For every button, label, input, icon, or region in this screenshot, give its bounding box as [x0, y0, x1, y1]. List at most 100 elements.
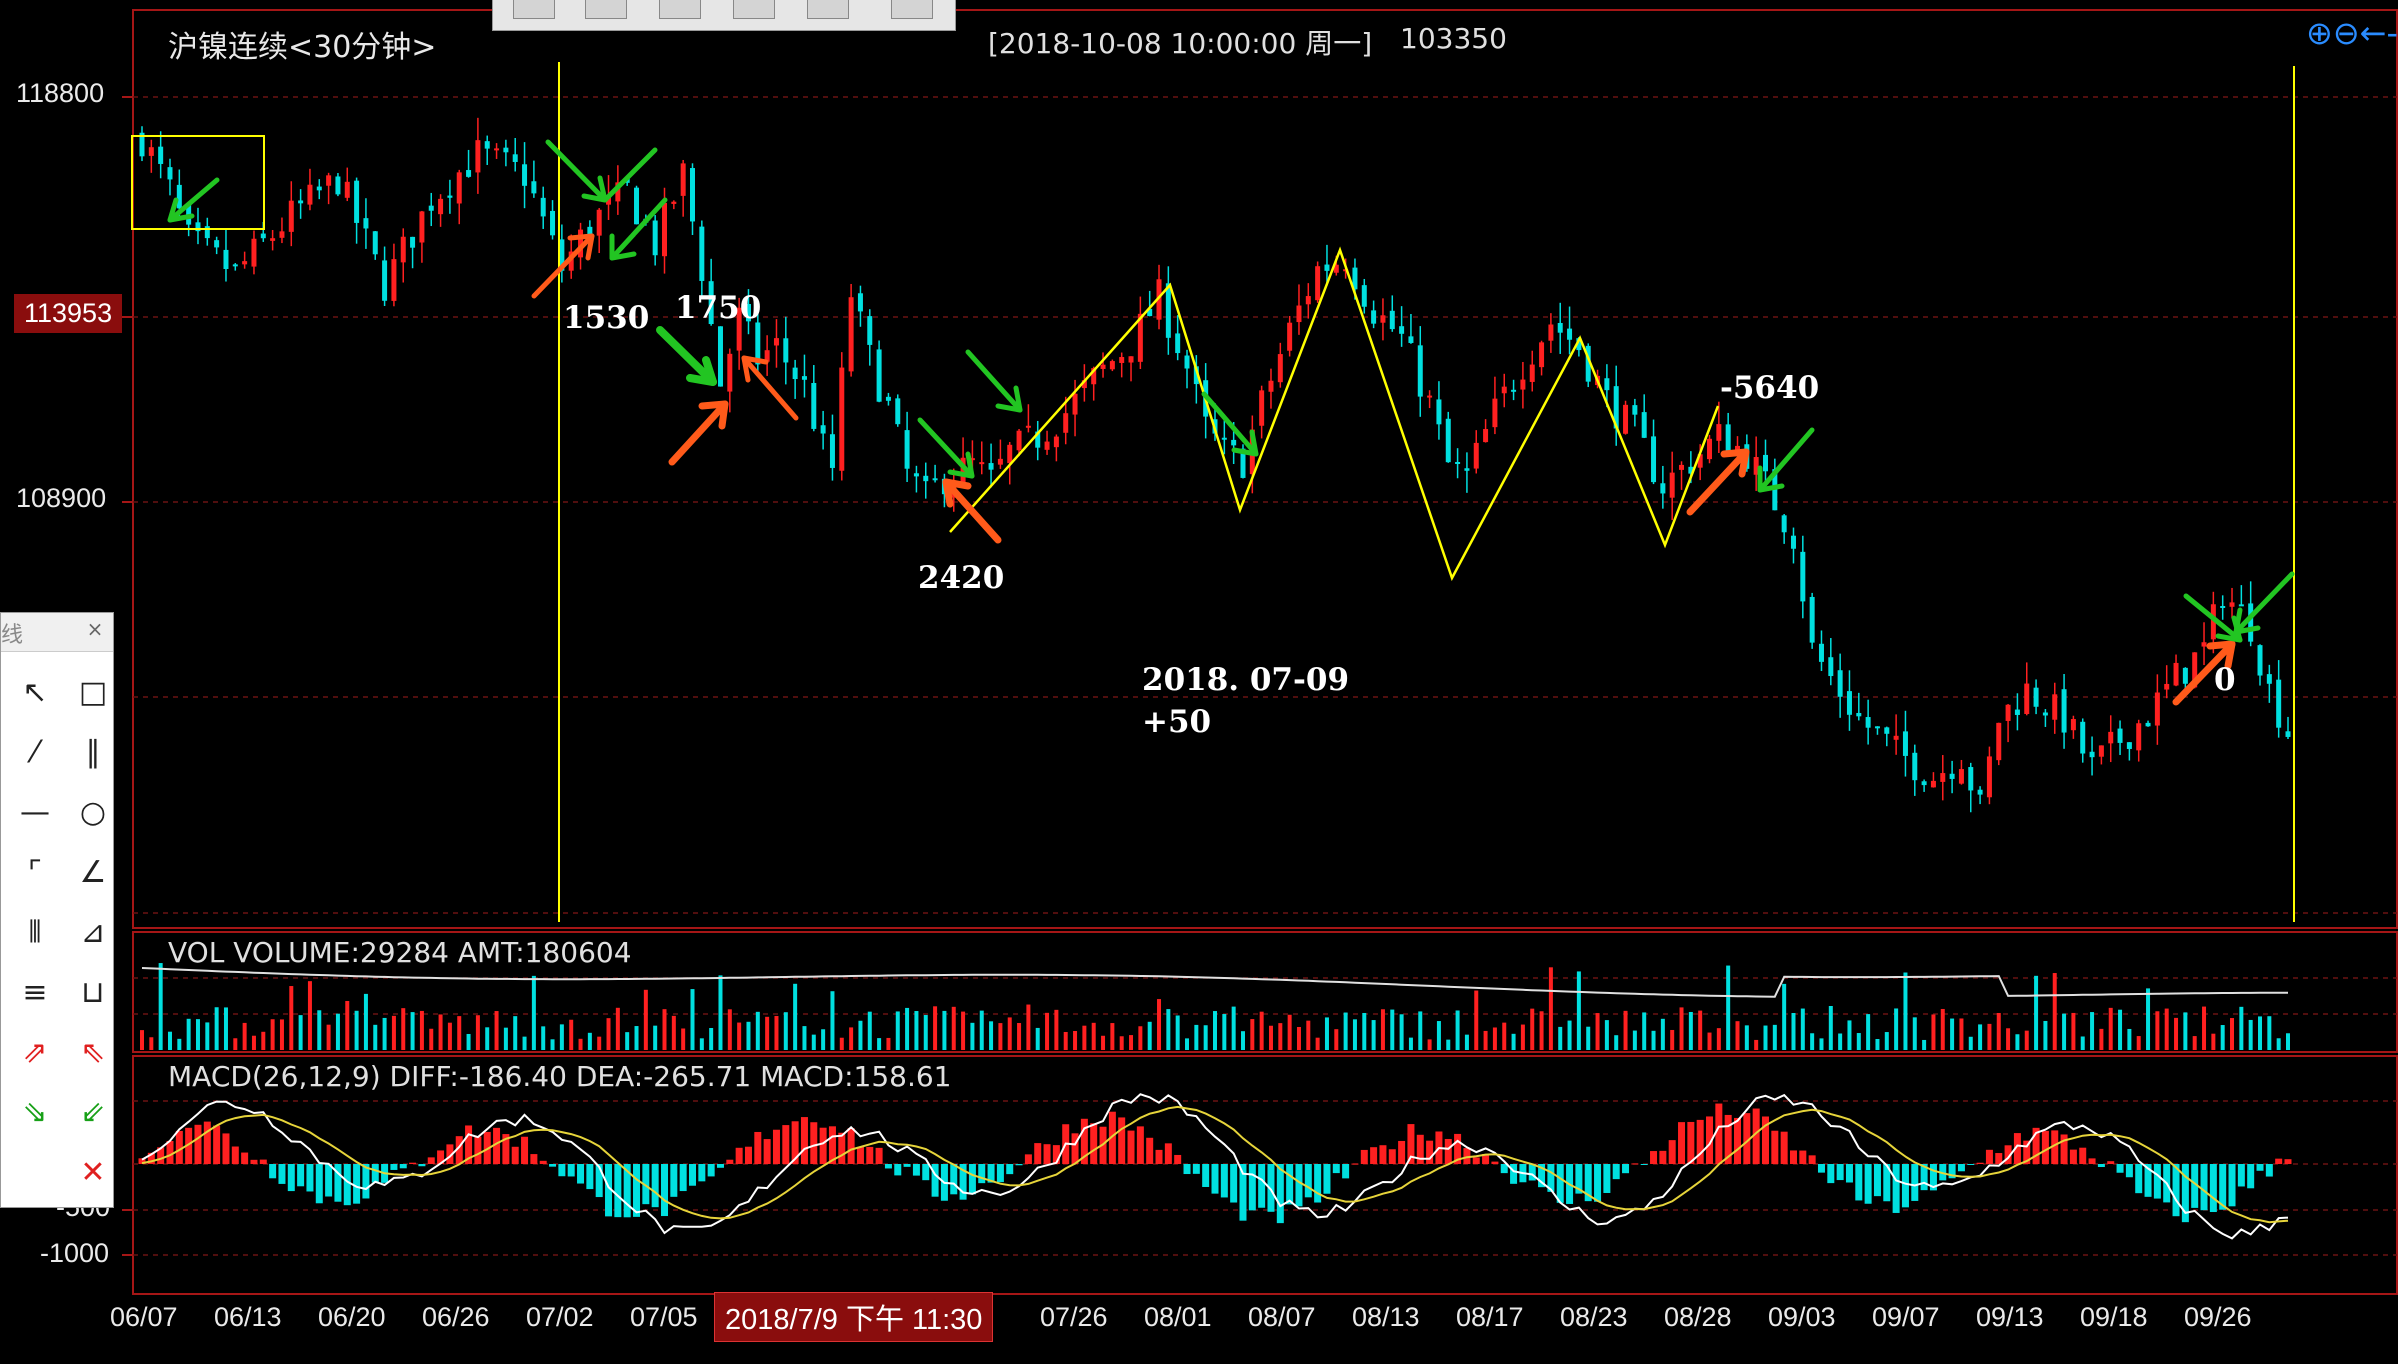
zoom-out-icon[interactable]: ⊖	[2333, 14, 2360, 52]
annotation-1750: 1750	[675, 290, 762, 326]
volume-bar	[2230, 1018, 2235, 1050]
parallel-lines-icon[interactable]: ∥	[73, 733, 113, 773]
toolbar-button-1[interactable]	[513, 0, 555, 19]
candle-body	[1641, 412, 1647, 438]
macd-bar	[1090, 1123, 1098, 1164]
cursor-date-badge: 2018/7/9 下午 11:30	[714, 1292, 994, 1342]
volume-bar	[1623, 1010, 1628, 1050]
volume-bar	[1810, 1033, 1815, 1050]
macd-bar	[1901, 1164, 1909, 1208]
volume-bar	[1782, 983, 1787, 1050]
chart-title: 沪镍连续<30分钟>	[168, 30, 437, 65]
volume-bar	[802, 1026, 807, 1050]
drawing-toolbar-top[interactable]	[492, 0, 956, 31]
volume-bar	[578, 1038, 583, 1050]
drawing-toolbox[interactable]: 线 × ↖ □ ⁄ ∥ — ○ ⌜ ∠ ⦀ ⊿ ≡ ⊔ ⇗ ⇖ ⇘ ⇙ ✕	[0, 612, 114, 1208]
macd-bar	[1836, 1164, 1844, 1181]
ellipse-icon[interactable]: ○	[73, 793, 113, 833]
scroll-left-icon[interactable]: ←	[2360, 14, 2387, 52]
candle-body	[1483, 429, 1489, 443]
delete-icon[interactable]: ✕	[73, 1153, 113, 1193]
macd-bar	[1911, 1164, 1919, 1201]
zoom-in-icon[interactable]: ⊕	[2306, 14, 2333, 52]
candle-body	[1287, 322, 1293, 351]
scroll-back-icon[interactable]: ‐	[2386, 14, 2398, 52]
volume-bar	[531, 975, 536, 1050]
volume-bar	[970, 1022, 975, 1050]
ruler-icon[interactable]: ⊔	[73, 973, 113, 1013]
up-arrow-red-icon[interactable]: ⇗	[15, 1033, 55, 1073]
fan-lines-icon[interactable]: ≡	[15, 973, 55, 1013]
candle-body	[2089, 751, 2095, 758]
ray-line-icon[interactable]: ⌜	[15, 853, 55, 893]
macd-bar	[2107, 1161, 2115, 1164]
horizontal-line-icon[interactable]: —	[15, 793, 55, 833]
volume-bar	[1157, 999, 1162, 1050]
toolbox-header[interactable]: 线 ×	[1, 613, 113, 652]
volume-bar	[1595, 1013, 1600, 1050]
candle-body	[848, 297, 854, 372]
macd-bar	[306, 1164, 314, 1192]
volume-bar	[830, 991, 835, 1050]
volume-bar	[419, 1010, 424, 1050]
candle-body	[1371, 310, 1377, 324]
candle-body	[1445, 418, 1451, 463]
volume-bar	[2202, 1006, 2207, 1050]
macd-bar	[1444, 1138, 1452, 1164]
macd-bar	[1155, 1149, 1163, 1164]
candle-body	[2052, 694, 2058, 720]
toolbar-button-3[interactable]	[659, 0, 701, 19]
volume-header: VOL VOLUME:29284 AMT:180604	[168, 936, 632, 969]
volume-bar	[1390, 1009, 1395, 1050]
volume-bar	[1296, 1026, 1301, 1050]
volume-bar	[699, 1038, 704, 1050]
rectangle-icon[interactable]: □	[73, 673, 113, 713]
macd-bar	[1211, 1164, 1219, 1194]
toolbar-button-4[interactable]	[733, 0, 775, 19]
macd-bar	[838, 1132, 846, 1164]
volume-bar	[1754, 1039, 1759, 1050]
close-icon[interactable]: ×	[83, 617, 107, 641]
macd-bar	[2209, 1164, 2217, 1213]
volume-bar	[251, 1035, 256, 1050]
toolbar-button-5[interactable]	[807, 0, 849, 19]
arrow-pointer-icon[interactable]: ↖	[15, 673, 55, 713]
macd-bar	[2079, 1147, 2087, 1164]
candle-body	[829, 434, 835, 468]
volume-bar	[597, 1036, 602, 1050]
toolbar-button-2[interactable]	[585, 0, 627, 19]
price-label-high: 118800	[16, 78, 105, 108]
up-left-arrow-red-icon[interactable]: ⇖	[73, 1033, 113, 1073]
volume-bar	[326, 1024, 331, 1050]
macd-bar	[1892, 1164, 1900, 1213]
candle-body	[503, 147, 509, 153]
candle-body	[1361, 285, 1367, 307]
candle-body	[2061, 689, 2067, 733]
volume-bar	[1474, 990, 1479, 1050]
candle-body	[1315, 266, 1321, 301]
vertical-lines-icon[interactable]: ⦀	[15, 913, 55, 953]
candle-body	[1632, 405, 1638, 415]
macd-bar	[409, 1162, 417, 1164]
orange-arrow-3	[741, 355, 799, 421]
candle-body	[2201, 642, 2207, 647]
volume-bar	[503, 1027, 508, 1050]
toolbar-button-6[interactable]	[891, 0, 933, 19]
down-arrow-green-icon[interactable]: ⇘	[15, 1093, 55, 1133]
macd-bar	[875, 1147, 883, 1164]
candle-body	[391, 259, 397, 301]
candle-body	[596, 209, 602, 236]
macd-bar	[978, 1164, 986, 1184]
tool-grid: ↖ □ ⁄ ∥ — ○ ⌜ ∠ ⦀ ⊿ ≡ ⊔ ⇗ ⇖ ⇘ ⇙ ✕	[15, 673, 121, 1193]
line-segment-icon[interactable]: ⁄	[15, 733, 55, 773]
volume-bar	[2192, 1036, 2197, 1050]
volume-bar	[1912, 1017, 1917, 1050]
volume-bar	[643, 989, 648, 1050]
fibonacci-icon[interactable]: ⊿	[73, 913, 113, 953]
angle-icon[interactable]: ∠	[73, 853, 113, 893]
orange-arrow-2	[668, 400, 729, 466]
volume-bar	[961, 1011, 966, 1050]
down-left-arrow-green-icon[interactable]: ⇙	[73, 1093, 113, 1133]
macd-bar	[847, 1128, 855, 1164]
macd-bar	[884, 1164, 892, 1169]
